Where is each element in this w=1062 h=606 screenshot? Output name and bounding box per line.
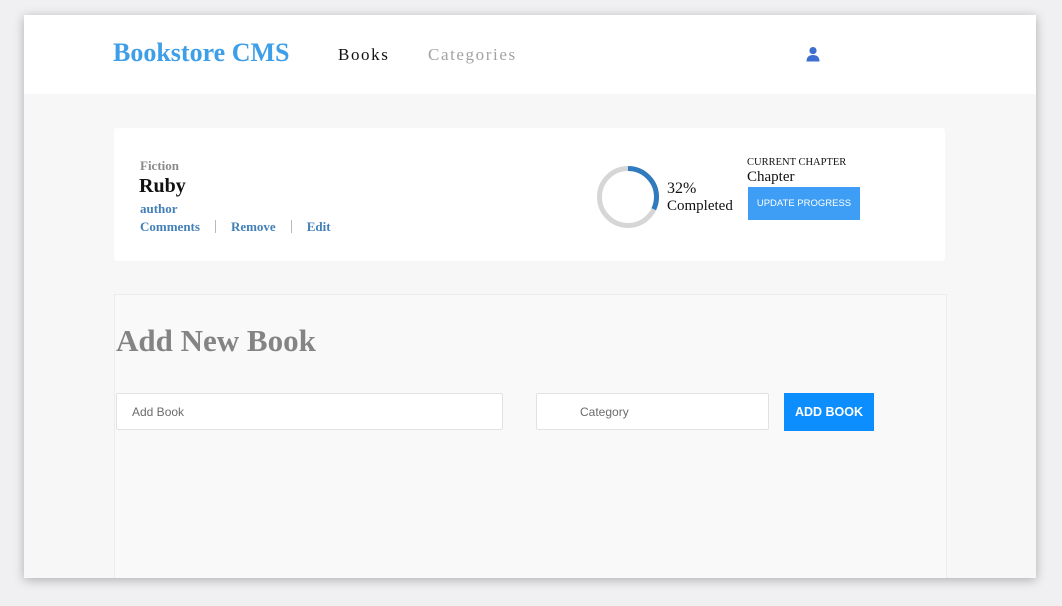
brand-logo[interactable]: Bookstore CMS — [113, 38, 289, 68]
progress-label: Completed — [667, 198, 733, 214]
user-icon[interactable] — [805, 46, 821, 62]
app-window: Bookstore CMS Books Categories Fiction R… — [24, 15, 1036, 578]
add-book-button[interactable]: ADD BOOK — [784, 393, 874, 431]
current-chapter-value: Chapter — [747, 169, 795, 185]
remove-button[interactable]: Remove — [231, 219, 276, 234]
book-title-input[interactable] — [116, 393, 503, 430]
book-card: Fiction Ruby author Comments Remove Edit 3… — [114, 128, 945, 261]
category-select[interactable]: Category — [536, 393, 769, 430]
edit-button[interactable]: Edit — [307, 219, 331, 234]
progress-ring — [597, 166, 659, 228]
navbar: Bookstore CMS Books Categories — [24, 15, 1036, 94]
book-title: Ruby — [139, 175, 186, 197]
book-actions: Comments Remove Edit — [140, 219, 331, 235]
nav-link-categories[interactable]: Categories — [428, 45, 517, 65]
comments-button[interactable]: Comments — [140, 219, 200, 234]
add-book-panel: Add New Book Category ADD BOOK — [114, 294, 947, 578]
add-book-heading: Add New Book — [116, 323, 316, 358]
current-chapter-heading: CURRENT CHAPTER — [747, 157, 847, 168]
book-genre: Fiction — [140, 158, 179, 173]
progress-percent: 32% — [667, 180, 697, 197]
update-progress-button[interactable]: UPDATE PROGRESS — [748, 187, 860, 220]
action-divider — [214, 220, 216, 233]
action-divider — [290, 220, 292, 233]
nav-link-books[interactable]: Books — [338, 45, 389, 65]
category-select-value: Category — [580, 405, 629, 419]
book-author[interactable]: author — [140, 201, 178, 217]
